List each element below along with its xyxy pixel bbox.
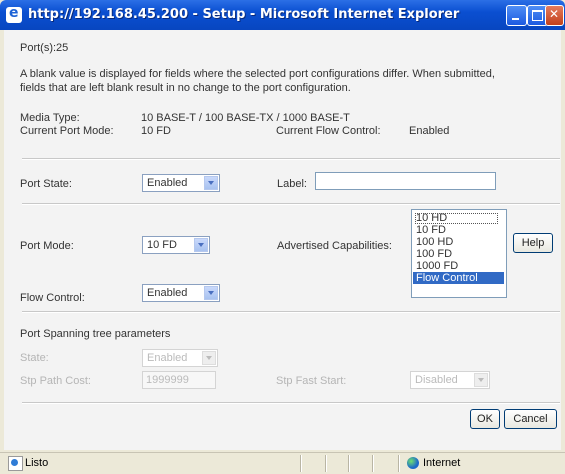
notice-line-1: A blank value is displayed for fields wh… — [20, 68, 495, 80]
label-input[interactable] — [315, 172, 496, 190]
chevron-down-icon — [474, 373, 488, 387]
status-separator — [398, 455, 400, 472]
stp-fast-start-label: Stp Fast Start: — [276, 375, 347, 387]
list-item[interactable]: 10 FD — [413, 224, 504, 236]
stp-fast-start-select: Disabled — [410, 371, 490, 389]
ports-label: Port(s):25 — [20, 42, 69, 54]
status-separator — [348, 455, 350, 472]
status-separator — [325, 455, 327, 472]
chevron-down-icon — [204, 286, 218, 300]
chevron-down-icon — [202, 351, 216, 365]
current-flow-control-value: Enabled — [409, 125, 450, 137]
port-state-select[interactable]: Enabled — [142, 174, 220, 192]
setup-page: Port(s):25 A blank value is displayed fo… — [4, 30, 561, 450]
label-label: Label: — [277, 178, 307, 190]
status-separator — [300, 455, 302, 472]
list-item[interactable]: 100 FD — [413, 248, 504, 260]
stp-path-cost-label: Stp Path Cost: — [20, 375, 91, 387]
flow-control-label: Flow Control: — [20, 292, 85, 304]
divider — [22, 158, 560, 160]
advertised-capabilities-list[interactable]: 10 HD 10 FD 100 HD 100 FD 1000 FD Flow C… — [411, 209, 507, 298]
focus-rectangle — [415, 213, 498, 224]
status-text: Listo — [25, 457, 49, 469]
current-port-mode-label: Current Port Mode: — [20, 125, 114, 137]
divider — [22, 203, 560, 205]
stp-section-title: Port Spanning tree parameters — [20, 328, 171, 340]
stp-state-select: Enabled — [142, 349, 218, 367]
port-mode-label: Port Mode: — [20, 240, 74, 252]
current-flow-control-label: Current Flow Control: — [276, 125, 381, 137]
current-port-mode-value: 10 FD — [141, 125, 171, 137]
list-item[interactable]: 1000 FD — [413, 260, 504, 272]
globe-icon — [407, 457, 419, 469]
port-state-label: Port State: — [20, 178, 72, 190]
ok-button[interactable]: OK — [470, 409, 500, 429]
title-bar[interactable]: http://192.168.45.200 - Setup - Microsof… — [0, 0, 565, 30]
list-item[interactable]: 100 HD — [413, 236, 504, 248]
zone-text: Internet — [423, 457, 461, 469]
help-button[interactable]: Help — [513, 233, 553, 253]
close-button[interactable] — [545, 5, 564, 26]
media-type-label: Media Type: — [20, 112, 80, 124]
browser-window: http://192.168.45.200 - Setup - Microsof… — [0, 0, 565, 474]
flow-control-select[interactable]: Enabled — [142, 284, 220, 302]
minimize-button[interactable] — [506, 5, 527, 26]
ie-icon — [6, 5, 22, 23]
divider — [22, 311, 560, 313]
chevron-down-icon — [194, 238, 208, 252]
list-item-selected[interactable]: Flow Control — [413, 272, 504, 284]
stp-path-cost-input: 1999999 — [142, 371, 216, 389]
page-icon — [8, 456, 23, 471]
notice-line-2: fields that are left blank result in no … — [20, 82, 351, 94]
divider — [22, 402, 560, 404]
media-type-value: 10 BASE-T / 100 BASE-TX / 1000 BASE-T — [141, 112, 350, 124]
window-title: http://192.168.45.200 - Setup - Microsof… — [28, 7, 460, 22]
status-separator — [372, 455, 374, 472]
status-bar: Listo Internet — [0, 452, 565, 474]
cancel-button[interactable]: Cancel — [504, 409, 557, 429]
port-mode-select[interactable]: 10 FD — [142, 236, 210, 254]
advertised-capabilities-label: Advertised Capabilities: — [277, 240, 392, 252]
chevron-down-icon — [204, 176, 218, 190]
stp-state-label: State: — [20, 352, 49, 364]
